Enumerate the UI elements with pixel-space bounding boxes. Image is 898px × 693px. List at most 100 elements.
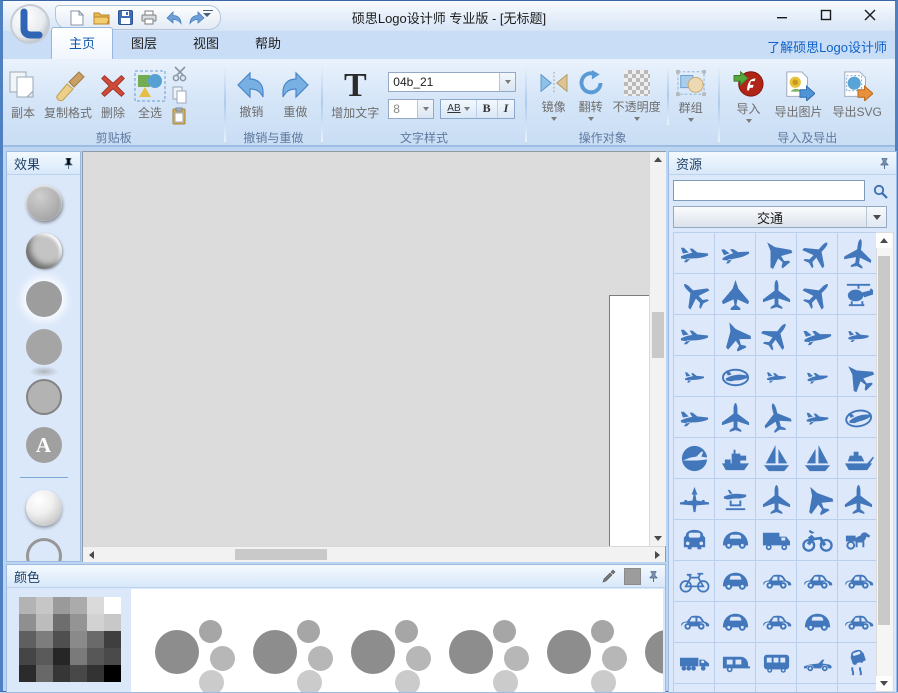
resource-item[interactable] xyxy=(674,397,714,437)
scroll-down-button[interactable] xyxy=(876,676,892,691)
opacity-button[interactable]: 不透明度 xyxy=(610,68,664,123)
resources-scrollbar[interactable] xyxy=(876,232,894,692)
effect-outline[interactable] xyxy=(26,379,62,415)
undo-big-button[interactable]: 撤销 xyxy=(231,69,271,122)
effect-sphere[interactable] xyxy=(26,490,62,526)
paste-button[interactable] xyxy=(171,107,189,125)
redo-big-button[interactable]: 重做 xyxy=(275,69,315,122)
current-color-swatch[interactable] xyxy=(624,568,641,585)
color-swatch[interactable] xyxy=(70,631,87,648)
color-swatch[interactable] xyxy=(36,597,53,614)
color-swatch[interactable] xyxy=(36,648,53,665)
scroll-left-button[interactable] xyxy=(83,547,99,562)
resource-item[interactable] xyxy=(756,520,796,560)
color-swatch[interactable] xyxy=(87,597,104,614)
color-swatch[interactable] xyxy=(70,665,87,682)
color-swatch[interactable] xyxy=(53,597,70,614)
canvas-vertical-scrollbar[interactable] xyxy=(649,152,666,546)
gradient-style-preview[interactable] xyxy=(547,620,631,693)
resource-item[interactable] xyxy=(674,479,714,519)
app-logo-button[interactable] xyxy=(9,3,51,45)
color-swatch[interactable] xyxy=(104,648,121,665)
resource-item[interactable] xyxy=(756,315,796,355)
resource-item[interactable] xyxy=(797,561,837,601)
resource-item[interactable] xyxy=(797,315,837,355)
font-name-dropdown-button[interactable] xyxy=(499,73,515,91)
color-swatch[interactable] xyxy=(53,614,70,631)
resource-item[interactable] xyxy=(797,479,837,519)
tab-home[interactable]: 主页 xyxy=(51,27,113,59)
effect-ring[interactable] xyxy=(26,538,62,562)
add-text-button[interactable]: T 增加文字 xyxy=(328,68,382,123)
resource-item[interactable] xyxy=(838,643,878,683)
resource-item[interactable] xyxy=(674,274,714,314)
export-svg-button[interactable]: 导出SVG xyxy=(830,69,885,122)
color-swatch[interactable] xyxy=(36,614,53,631)
select-all-button[interactable]: 全选 xyxy=(131,68,169,123)
resource-item[interactable] xyxy=(797,602,837,642)
document-page[interactable] xyxy=(609,295,651,546)
flip-button[interactable]: 翻转 xyxy=(574,68,608,123)
import-button[interactable]: 导入 xyxy=(730,66,768,125)
resource-item[interactable] xyxy=(715,602,755,642)
resource-item[interactable] xyxy=(797,274,837,314)
resource-item[interactable] xyxy=(756,643,796,683)
pin-icon[interactable] xyxy=(649,571,658,582)
resource-item[interactable] xyxy=(838,561,878,601)
resource-item[interactable] xyxy=(715,274,755,314)
copy-format-button[interactable]: 复制格式 xyxy=(41,68,95,123)
resource-item[interactable] xyxy=(797,520,837,560)
pin-icon[interactable] xyxy=(880,158,889,169)
vertical-scroll-thumb[interactable] xyxy=(652,312,664,358)
color-swatch[interactable] xyxy=(36,631,53,648)
resource-item[interactable] xyxy=(715,479,755,519)
scroll-right-button[interactable] xyxy=(649,547,665,562)
color-swatch[interactable] xyxy=(70,597,87,614)
category-dropdown[interactable]: 交通 xyxy=(673,206,887,228)
resource-item[interactable] xyxy=(715,561,755,601)
color-swatch[interactable] xyxy=(70,648,87,665)
resource-item[interactable] xyxy=(715,643,755,683)
resource-item[interactable] xyxy=(674,438,714,478)
color-swatch[interactable] xyxy=(19,665,36,682)
effect-glow[interactable] xyxy=(26,281,62,317)
font-name-combobox[interactable]: 04b_21 xyxy=(388,72,516,92)
resource-search-input[interactable] xyxy=(673,180,865,201)
resource-item[interactable] xyxy=(715,520,755,560)
color-swatch[interactable] xyxy=(104,614,121,631)
effect-reflect[interactable] xyxy=(26,329,62,365)
close-button[interactable] xyxy=(855,4,885,26)
resource-item[interactable] xyxy=(756,438,796,478)
effect-letter[interactable]: A xyxy=(26,427,62,463)
underline-style-button[interactable]: AB xyxy=(441,100,476,118)
resource-item[interactable] xyxy=(756,561,796,601)
canvas-area[interactable] xyxy=(82,151,666,562)
resource-item[interactable] xyxy=(838,315,878,355)
font-size-dropdown-button[interactable] xyxy=(417,100,433,118)
resource-item[interactable] xyxy=(838,356,878,396)
vertical-scroll-thumb[interactable] xyxy=(878,256,890,625)
resource-item[interactable] xyxy=(838,233,878,273)
export-image-button[interactable]: 导出图片 xyxy=(772,69,826,122)
resource-item[interactable] xyxy=(797,643,837,683)
effect-emboss[interactable] xyxy=(26,233,62,269)
resource-item[interactable] xyxy=(715,315,755,355)
resource-item[interactable] xyxy=(715,397,755,437)
resource-item[interactable] xyxy=(797,356,837,396)
resource-item[interactable] xyxy=(838,602,878,642)
resource-item[interactable] xyxy=(797,397,837,437)
resource-item[interactable] xyxy=(715,438,755,478)
resource-item[interactable] xyxy=(715,356,755,396)
color-swatch[interactable] xyxy=(53,648,70,665)
color-swatch[interactable] xyxy=(104,665,121,682)
learn-about-link[interactable]: 了解硕思Logo设计师 xyxy=(767,37,887,56)
resource-item[interactable] xyxy=(756,233,796,273)
minimize-button[interactable] xyxy=(767,4,797,26)
color-swatch[interactable] xyxy=(19,631,36,648)
resource-item[interactable] xyxy=(674,561,714,601)
color-swatch[interactable] xyxy=(53,665,70,682)
color-swatch[interactable] xyxy=(19,614,36,631)
resource-item[interactable] xyxy=(674,643,714,683)
resource-item[interactable] xyxy=(715,233,755,273)
resource-item[interactable] xyxy=(674,315,714,355)
